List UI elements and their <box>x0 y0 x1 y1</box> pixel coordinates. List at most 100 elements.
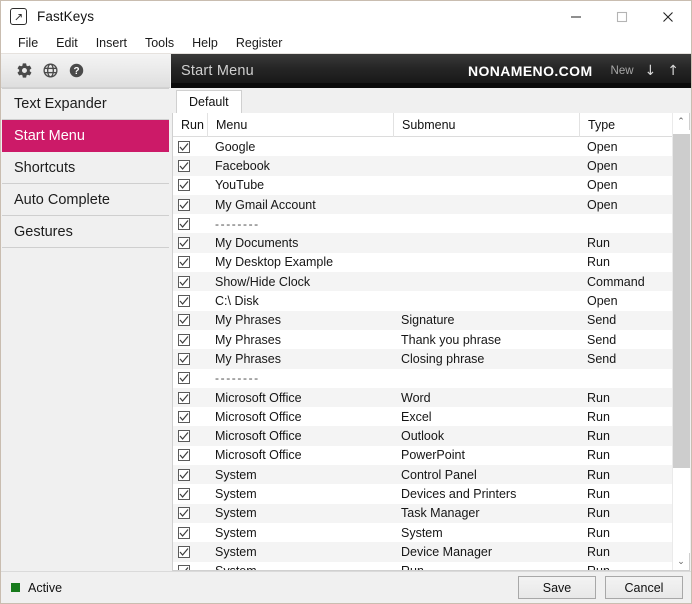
sidebar-item-text-expander[interactable]: Text Expander <box>2 88 169 120</box>
run-checkbox[interactable] <box>178 546 190 558</box>
run-checkbox[interactable] <box>178 430 190 442</box>
cell-submenu: Device Manager <box>393 542 579 561</box>
table-row[interactable]: Microsoft OfficeOutlookRun <box>173 426 672 445</box>
banner-title: Start Menu <box>181 63 254 79</box>
menu-item-edit[interactable]: Edit <box>47 34 87 52</box>
table-row[interactable]: SystemRunRun <box>173 562 672 570</box>
cell-submenu <box>393 233 579 252</box>
main-body: ? Text Expander Start Menu Shortcuts Aut… <box>1 54 691 571</box>
run-checkbox[interactable] <box>178 372 190 384</box>
table-row[interactable]: YouTubeOpen <box>173 176 672 195</box>
cell-submenu: Outlook <box>393 426 579 445</box>
brand-label: NONAMENO.COM <box>468 63 593 79</box>
run-checkbox[interactable] <box>178 256 190 268</box>
close-button[interactable] <box>645 1 691 32</box>
run-checkbox[interactable] <box>178 334 190 346</box>
maximize-button[interactable] <box>599 1 645 32</box>
run-checkbox[interactable] <box>178 314 190 326</box>
vertical-scrollbar[interactable]: ⌃ ⌄ <box>672 113 689 570</box>
run-checkbox[interactable] <box>178 488 190 500</box>
cell-menu: My Documents <box>207 233 393 252</box>
run-checkbox[interactable] <box>178 160 190 172</box>
table-row[interactable]: My Desktop ExampleRun <box>173 253 672 272</box>
run-checkbox[interactable] <box>178 179 190 191</box>
cancel-button[interactable]: Cancel <box>605 576 683 599</box>
menu-item-file[interactable]: File <box>9 34 47 52</box>
table-row[interactable]: -------- <box>173 214 672 233</box>
menu-item-register[interactable]: Register <box>227 34 292 52</box>
run-checkbox[interactable] <box>178 507 190 519</box>
table-row[interactable]: My PhrasesSignatureSend <box>173 311 672 330</box>
gear-icon[interactable] <box>11 58 37 84</box>
minimize-button[interactable] <box>553 1 599 32</box>
save-button[interactable]: Save <box>518 576 596 599</box>
table-row[interactable]: Microsoft OfficePowerPointRun <box>173 446 672 465</box>
cell-run <box>173 349 207 368</box>
scrollbar-track[interactable] <box>673 130 690 553</box>
table-body: GoogleOpenFacebookOpenYouTubeOpenMy Gmai… <box>173 137 672 570</box>
globe-icon[interactable] <box>37 58 63 84</box>
table-row[interactable]: My PhrasesClosing phraseSend <box>173 349 672 368</box>
run-checkbox[interactable] <box>178 218 190 230</box>
sidebar-item-label: Auto Complete <box>14 192 110 208</box>
cell-menu: Show/Hide Clock <box>207 272 393 291</box>
column-header-submenu[interactable]: Submenu <box>393 113 579 137</box>
table-row[interactable]: My DocumentsRun <box>173 233 672 252</box>
sidebar-item-label: Gestures <box>14 224 73 240</box>
table-row[interactable]: -------- <box>173 369 672 388</box>
table-row[interactable]: GoogleOpen <box>173 137 672 156</box>
scrollbar-thumb[interactable] <box>673 134 690 468</box>
table-row[interactable]: My PhrasesThank you phraseSend <box>173 330 672 349</box>
table-row[interactable]: FacebookOpen <box>173 156 672 175</box>
table-row[interactable]: SystemDevices and PrintersRun <box>173 484 672 503</box>
run-checkbox[interactable] <box>178 527 190 539</box>
run-checkbox[interactable] <box>178 565 190 570</box>
new-button[interactable]: New <box>611 65 634 77</box>
run-checkbox[interactable] <box>178 141 190 153</box>
table-row[interactable]: My Gmail AccountOpen <box>173 195 672 214</box>
scroll-up-button[interactable]: ⌃ <box>673 113 690 130</box>
column-header-type[interactable]: Type <box>579 113 672 137</box>
cell-submenu <box>393 137 579 156</box>
run-checkbox[interactable] <box>178 469 190 481</box>
cell-submenu <box>393 156 579 175</box>
move-up-icon[interactable]: ↑ <box>667 64 679 78</box>
column-header-menu[interactable]: Menu <box>207 113 393 137</box>
scroll-down-button[interactable]: ⌄ <box>673 553 690 570</box>
table-row[interactable]: C:\ DiskOpen <box>173 291 672 310</box>
table-row[interactable]: SystemDevice ManagerRun <box>173 542 672 561</box>
tab-default[interactable]: Default <box>176 90 242 113</box>
menu-item-insert[interactable]: Insert <box>87 34 136 52</box>
sidebar-toolbar: ? <box>1 54 170 88</box>
cell-menu: My Phrases <box>207 349 393 368</box>
cell-run <box>173 137 207 156</box>
cell-type: Run <box>579 407 672 426</box>
column-header-run[interactable]: Run <box>173 113 207 137</box>
run-checkbox[interactable] <box>178 295 190 307</box>
table-row[interactable]: Microsoft OfficeWordRun <box>173 388 672 407</box>
run-checkbox[interactable] <box>178 353 190 365</box>
table-row[interactable]: Microsoft OfficeExcelRun <box>173 407 672 426</box>
run-checkbox[interactable] <box>178 392 190 404</box>
run-checkbox[interactable] <box>178 276 190 288</box>
run-checkbox[interactable] <box>178 411 190 423</box>
sidebar-item-shortcuts[interactable]: Shortcuts <box>2 152 169 184</box>
menu-item-help[interactable]: Help <box>183 34 227 52</box>
run-checkbox[interactable] <box>178 199 190 211</box>
fastkeys-window: ↗ FastKeys File Edit Insert Tools Help R… <box>0 0 692 604</box>
table-row[interactable]: SystemSystemRun <box>173 523 672 542</box>
menu-item-tools[interactable]: Tools <box>136 34 183 52</box>
cell-submenu <box>393 214 579 233</box>
cell-submenu: Devices and Printers <box>393 484 579 503</box>
run-checkbox[interactable] <box>178 237 190 249</box>
table-row[interactable]: Show/Hide ClockCommand <box>173 272 672 291</box>
cell-menu: C:\ Disk <box>207 291 393 310</box>
sidebar-item-auto-complete[interactable]: Auto Complete <box>2 184 169 216</box>
table-row[interactable]: SystemControl PanelRun <box>173 465 672 484</box>
sidebar-item-gestures[interactable]: Gestures <box>2 216 169 248</box>
move-down-icon[interactable]: ↓ <box>645 64 657 78</box>
sidebar-item-start-menu[interactable]: Start Menu <box>2 120 169 152</box>
table-row[interactable]: SystemTask ManagerRun <box>173 504 672 523</box>
help-icon[interactable]: ? <box>63 58 89 84</box>
run-checkbox[interactable] <box>178 449 190 461</box>
